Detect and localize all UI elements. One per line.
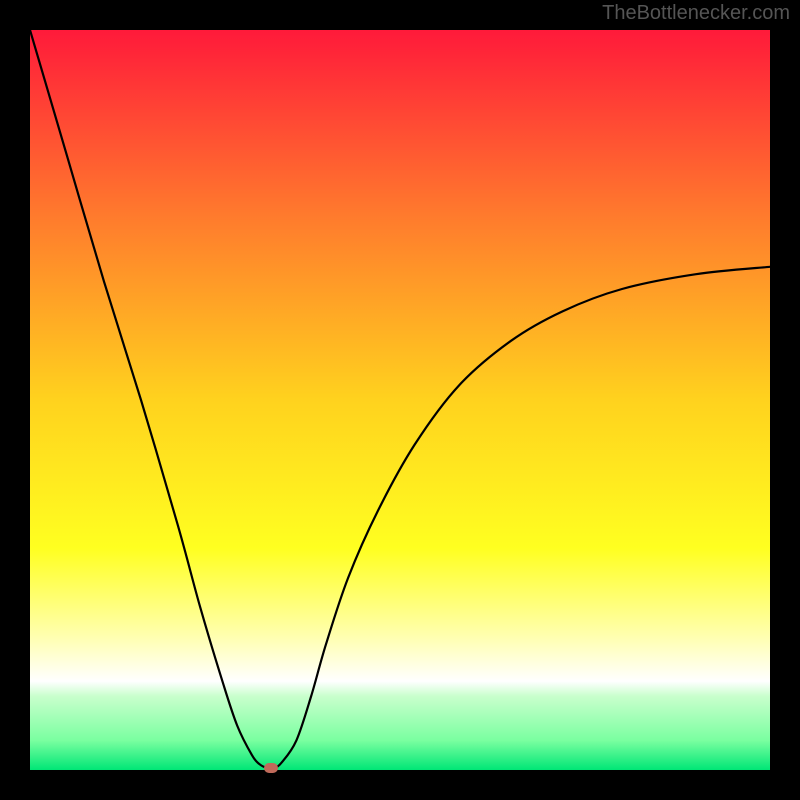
bottleneck-curve (30, 30, 770, 770)
chart-frame: TheBottlenecker.com (0, 0, 800, 800)
optimal-point-marker (264, 763, 278, 773)
plot-area (30, 30, 770, 770)
attribution-label: TheBottlenecker.com (602, 2, 790, 25)
